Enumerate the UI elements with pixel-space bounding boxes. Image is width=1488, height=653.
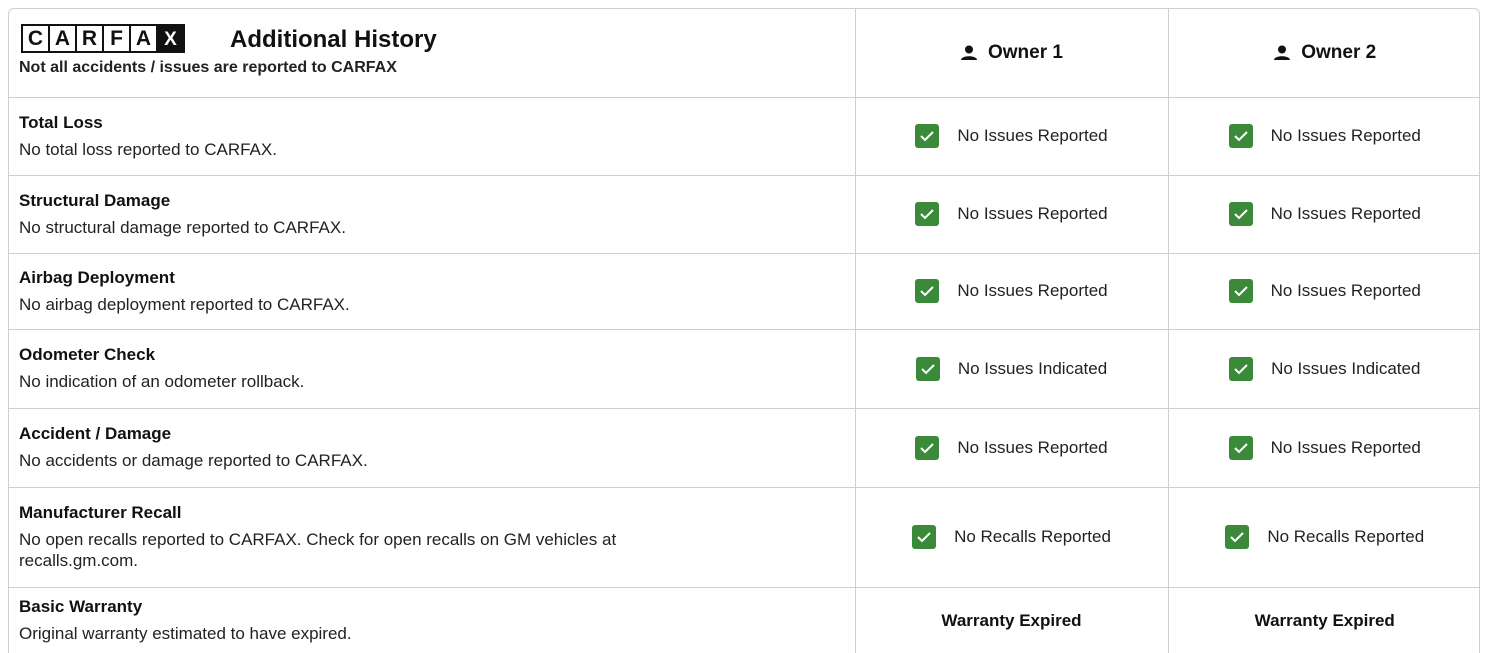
checkmark-icon — [1225, 525, 1250, 549]
brand-header: C A R F A X Additional History Not all a… — [9, 9, 855, 97]
owner-2-status: No Issues Reported — [1169, 124, 1480, 148]
section-subtitle: Not all accidents / issues are reported … — [19, 59, 397, 76]
row-title: Total Loss — [19, 112, 103, 132]
owner-1-status: No Issues Reported — [856, 435, 1168, 460]
additional-history-panel: C A R F A X Additional History Not all a… — [8, 8, 1480, 653]
row-title: Accident / Damage — [19, 424, 172, 443]
owner-1-status: No Issues Reported — [856, 124, 1168, 148]
status-text: No Issues Reported — [957, 281, 1108, 300]
table-row: Total Loss No total loss reported to CARF… — [9, 96, 1480, 175]
table-row: Structural Damage No structural damage re… — [9, 174, 1480, 253]
status-text: No Issues Reported — [1270, 204, 1421, 223]
carfax-logo: C A R F A X — [21, 24, 185, 53]
table-row: Manufacturer Recall No open recalls repor… — [9, 486, 1480, 587]
row-title: Basic Warranty — [19, 597, 143, 617]
row-title: Structural Damage — [19, 190, 171, 210]
status-text: No Issues Reported — [957, 204, 1108, 223]
row-description: No structural damage reported to CARFAX. — [19, 217, 346, 237]
status-text: No Issues Reported — [1270, 281, 1421, 300]
owner-2-status: No Issues Indicated — [1169, 356, 1480, 381]
row-description: Original warranty estimated to have expi… — [19, 624, 352, 644]
checkmark-icon — [1228, 124, 1253, 148]
row-description: No indication of an odometer rollback. — [19, 372, 305, 391]
checkmark-icon — [915, 202, 940, 226]
row-title: Odometer Check — [19, 345, 156, 364]
status-text: No Issues Reported — [1270, 437, 1421, 457]
checkmark-icon — [1228, 435, 1253, 460]
logo-letter: A — [48, 24, 77, 53]
status-text: No Issues Reported — [957, 126, 1108, 145]
checkmark-icon — [915, 124, 940, 148]
logo-letter: C — [21, 24, 50, 53]
table-row: Accident / Damage No accidents or damage … — [9, 407, 1480, 487]
checkmark-icon — [1228, 279, 1253, 303]
row-description: No open recalls reported to CARFAX. Chec… — [19, 530, 617, 570]
status-text: No Issues Reported — [957, 437, 1108, 457]
owner-2-status: No Issues Reported — [1169, 279, 1480, 303]
owner-1-status: No Issues Reported — [856, 279, 1168, 303]
user-icon — [1273, 45, 1291, 61]
table-row: Basic Warranty Original warranty estimate… — [9, 586, 1479, 653]
owner-2-status: No Issues Reported — [1169, 435, 1480, 460]
status-text: No Recalls Reported — [1267, 527, 1425, 546]
table-row: Airbag Deployment No airbag deployment re… — [9, 252, 1480, 329]
table-row: Odometer Check No indication of an odomet… — [9, 328, 1480, 408]
logo-letter: A — [129, 24, 158, 53]
checkmark-icon — [1228, 202, 1253, 226]
status-text: No Issues Reported — [1270, 126, 1421, 145]
logo-letter: X — [156, 24, 185, 53]
checkmark-icon — [1229, 356, 1254, 381]
row-title: Manufacturer Recall — [19, 503, 182, 522]
row-description: No total loss reported to CARFAX. — [19, 139, 277, 159]
owner-label: Owner 1 — [988, 41, 1063, 63]
owner-1-status: No Issues Indicated — [856, 356, 1168, 381]
owner-2-warranty-status: Warranty Expired — [1254, 610, 1395, 630]
status-text: No Recalls Reported — [954, 527, 1111, 546]
row-description: No accidents or damage reported to CARFA… — [19, 451, 368, 470]
owner-label: Owner 2 — [1301, 41, 1377, 63]
status-text: No Issues Indicated — [1271, 358, 1421, 378]
owner-1-status: No Issues Reported — [856, 202, 1168, 226]
owner-2-status: No Recalls Reported — [1169, 525, 1480, 549]
logo-letter: F — [102, 24, 131, 53]
owner-1-warranty-status: Warranty Expired — [941, 610, 1082, 630]
owner-1-status: No Recalls Reported — [856, 525, 1168, 549]
checkmark-icon — [915, 435, 940, 460]
owner-2-header: Owner 2 — [1167, 9, 1479, 97]
user-icon — [960, 45, 978, 61]
checkmark-icon — [915, 279, 940, 303]
history-table: C A R F A X Additional History Not all a… — [9, 9, 1480, 653]
row-description: No airbag deployment reported to CARFAX. — [19, 294, 350, 314]
status-text: No Issues Indicated — [957, 358, 1108, 378]
owner-2-status: No Issues Reported — [1169, 202, 1480, 226]
logo-letter: R — [75, 24, 104, 53]
table-header-row: C A R F A X Additional History Not all a… — [9, 9, 1479, 97]
checkmark-icon — [915, 356, 940, 381]
row-title: Airbag Deployment — [19, 267, 175, 287]
owner-1-header: Owner 1 — [854, 9, 1168, 97]
section-title: Additional History — [230, 26, 437, 53]
checkmark-icon — [912, 525, 937, 549]
